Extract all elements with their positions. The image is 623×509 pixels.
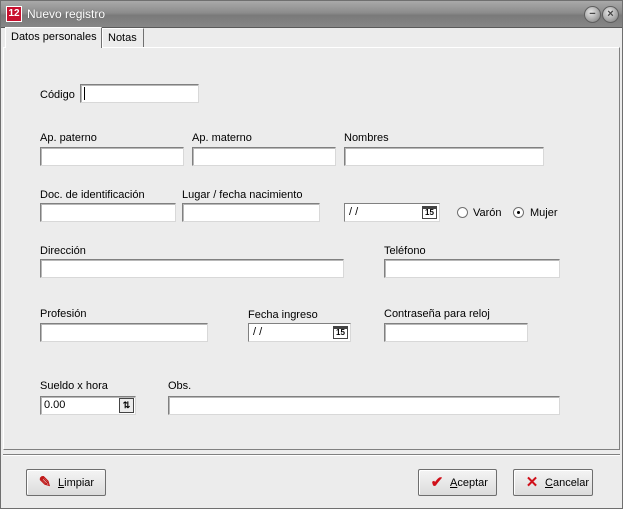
sueldo-hora-input[interactable]: 0.00 ⇅ xyxy=(40,396,136,415)
close-icon: × xyxy=(607,8,614,20)
window-title: Nuevo registro xyxy=(27,7,106,21)
fecha-ingreso-label: Fecha ingreso xyxy=(248,309,318,321)
direccion-input[interactable] xyxy=(40,259,344,278)
title-bar[interactable]: 12 Nuevo registro − × xyxy=(1,1,622,28)
calendar-icon[interactable]: 15 xyxy=(422,206,437,219)
check-icon: ✔ xyxy=(430,474,444,491)
codigo-input[interactable] xyxy=(80,84,199,103)
lugar-nacimiento-input[interactable] xyxy=(182,203,320,222)
mujer-label[interactable]: Mujer xyxy=(530,207,558,219)
aceptar-button[interactable]: ✔ Aceptar xyxy=(418,469,497,496)
contrasena-reloj-input[interactable] xyxy=(384,323,528,342)
app-icon: 12 xyxy=(6,6,22,22)
tab-datos-personales[interactable]: Datos personales xyxy=(5,27,102,48)
calendar-icon[interactable]: 15 xyxy=(333,326,348,339)
fecha-nacimiento-input[interactable]: / / 15 xyxy=(344,203,440,222)
ap-materno-label: Ap. materno xyxy=(192,132,252,144)
minimize-icon: − xyxy=(589,8,596,20)
mujer-radio[interactable] xyxy=(513,207,524,218)
ap-paterno-label: Ap. paterno xyxy=(40,132,97,144)
ap-materno-input[interactable] xyxy=(192,147,336,166)
button-separator xyxy=(3,454,620,456)
tab-notas[interactable]: Notas xyxy=(102,28,144,48)
minimize-button[interactable]: − xyxy=(584,6,601,23)
doc-identificacion-input[interactable] xyxy=(40,203,176,222)
sueldo-hora-label: Sueldo x hora xyxy=(40,380,108,392)
codigo-label: Código xyxy=(40,89,75,101)
fecha-ingreso-input[interactable]: / / 15 xyxy=(248,323,351,342)
contrasena-reloj-label: Contraseña para reloj xyxy=(384,308,490,320)
x-icon: ✕ xyxy=(525,474,539,491)
obs-label: Obs. xyxy=(168,380,192,392)
close-button[interactable]: × xyxy=(602,6,619,23)
profesion-input[interactable] xyxy=(40,323,208,342)
telefono-input[interactable] xyxy=(384,259,560,278)
eraser-icon: ✎ xyxy=(38,474,52,491)
text-caret xyxy=(84,87,85,100)
nombres-label: Nombres xyxy=(344,132,389,144)
profesion-label: Profesión xyxy=(40,308,87,320)
limpiar-button[interactable]: ✎ Limpiar xyxy=(26,469,106,496)
lugar-nacimiento-label: Lugar / fecha nacimiento xyxy=(182,189,303,201)
telefono-label: Teléfono xyxy=(384,245,426,257)
spinner-icon[interactable]: ⇅ xyxy=(119,398,134,413)
doc-identificacion-label: Doc. de identificación xyxy=(40,189,145,201)
nombres-input[interactable] xyxy=(344,147,544,166)
cancelar-button[interactable]: ✕ Cancelar xyxy=(513,469,593,496)
direccion-label: Dirección xyxy=(40,245,86,257)
nuevo-registro-window: 12 Nuevo registro − × Datos personales N… xyxy=(0,0,623,509)
ap-paterno-input[interactable] xyxy=(40,147,184,166)
obs-input[interactable] xyxy=(168,396,560,415)
varon-label[interactable]: Varón xyxy=(473,207,502,219)
varon-radio[interactable] xyxy=(457,207,468,218)
